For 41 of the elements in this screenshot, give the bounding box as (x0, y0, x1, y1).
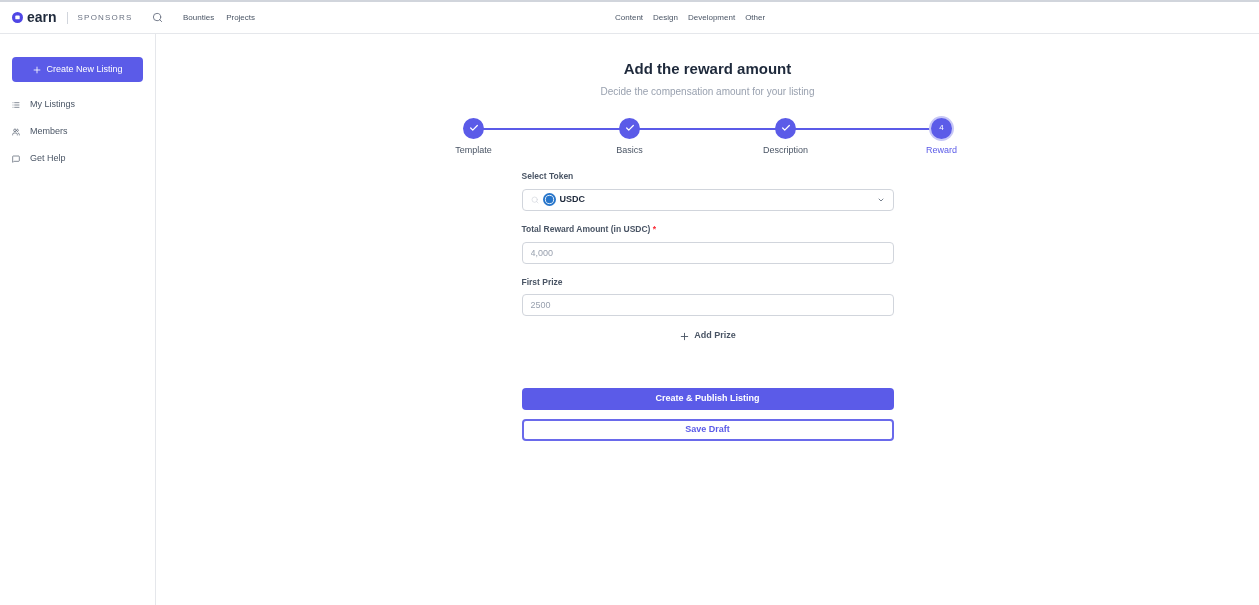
people-icon (12, 127, 20, 136)
step-label: Basics (616, 143, 643, 157)
coin-icon (542, 193, 556, 207)
field-label: Total Reward Amount (in USDC) * (521, 222, 658, 236)
nav-link[interactable]: Projects (226, 11, 256, 24)
page-subtitle: Decide the compensation amount for your listing (600, 84, 815, 99)
publish-button[interactable]: Create & Publish Listing (521, 387, 894, 410)
add-prize-button[interactable]: Add Prize (679, 329, 736, 343)
create-listing-button[interactable]: Create New Listing (12, 57, 143, 82)
category-link[interactable]: Design (653, 11, 678, 24)
check-icon (780, 123, 791, 133)
category-link[interactable]: Other (745, 11, 766, 24)
page-title: Add the reward amount (623, 59, 792, 79)
step-number: 4 (939, 122, 944, 134)
sidebar-item[interactable]: Get Help (12, 145, 143, 172)
chat-icon (12, 154, 20, 163)
check-icon (624, 123, 635, 133)
token-select[interactable]: USDC (521, 188, 894, 211)
logo-icon (12, 12, 23, 23)
step-label: Reward (926, 143, 957, 157)
input-field[interactable]: 4,000 (521, 241, 894, 264)
sidebar-item[interactable]: My Listings (12, 91, 143, 118)
check-icon (468, 123, 479, 133)
category-link[interactable]: Development (688, 11, 736, 24)
brand-subtitle: SPONSORS (77, 11, 133, 24)
plus-icon (679, 330, 691, 342)
token-value: USDC (559, 193, 586, 206)
nav-link[interactable]: Bounties (183, 11, 215, 24)
input-field[interactable]: 2500 (521, 294, 894, 317)
search-icon (530, 195, 539, 204)
category-link[interactable]: Content (615, 11, 644, 24)
save-draft-button[interactable]: Save Draft (521, 418, 894, 441)
step-label: Description (763, 143, 808, 157)
field-label: First Prize (521, 275, 564, 289)
search-icon[interactable] (152, 12, 163, 23)
step-label: Template (455, 143, 492, 157)
logo-text: earn (27, 8, 57, 27)
sidebar-item[interactable]: Members (12, 118, 143, 145)
field-label: Select Token (521, 170, 575, 183)
plus-icon (32, 64, 43, 75)
list-icon (12, 100, 20, 109)
